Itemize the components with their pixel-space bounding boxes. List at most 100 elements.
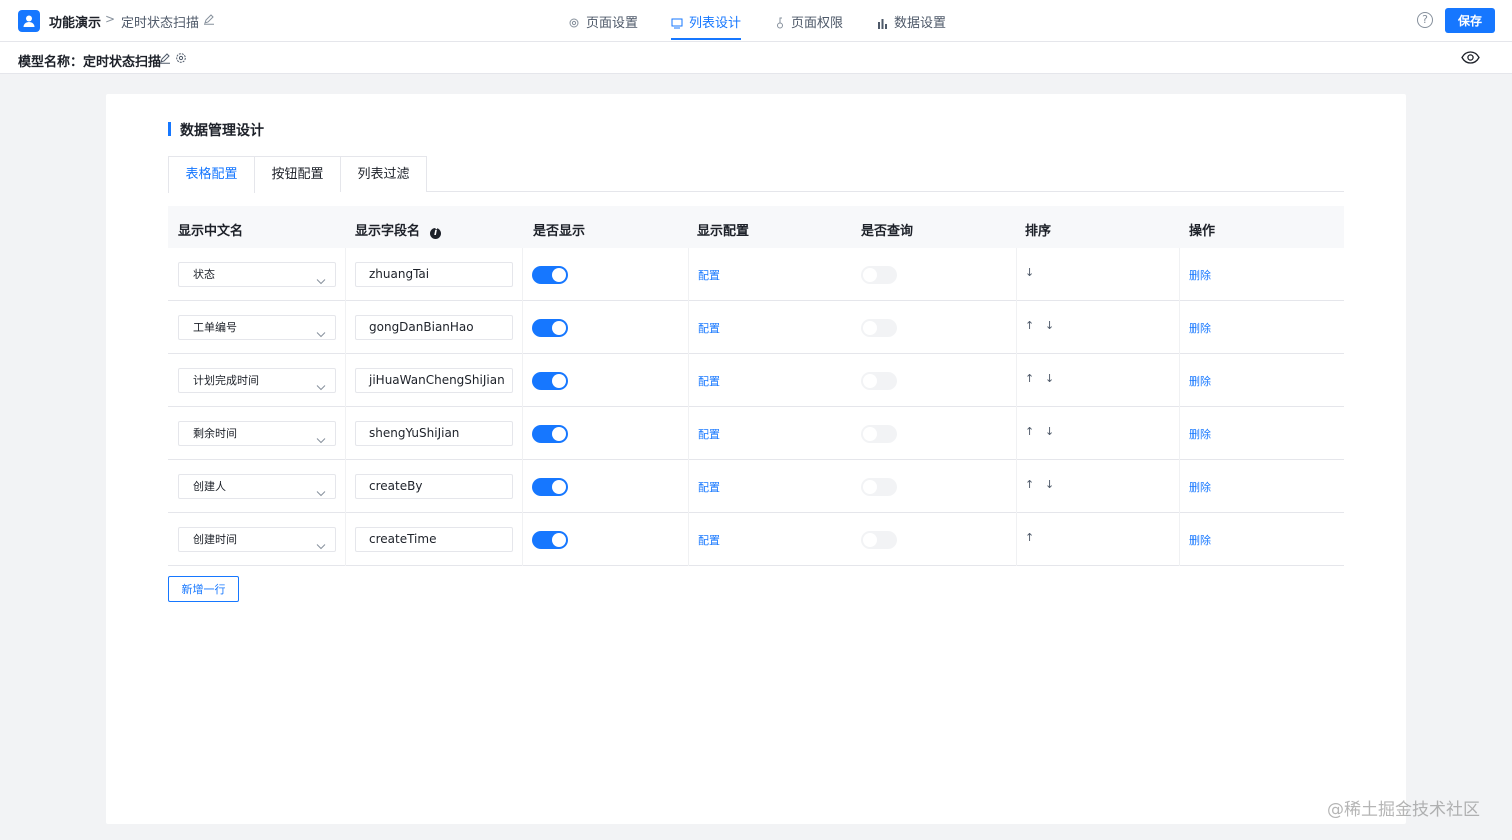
field-name-input[interactable]: createTime <box>355 527 513 552</box>
query-toggle[interactable] <box>861 531 897 549</box>
column-divider <box>1179 513 1180 566</box>
move-up-arrow-icon[interactable]: ↑ <box>1025 478 1034 491</box>
column-divider <box>522 354 523 407</box>
delete-link[interactable]: 删除 <box>1189 426 1211 442</box>
delete-link[interactable]: 删除 <box>1189 320 1211 336</box>
move-down-arrow-icon[interactable]: ↓ <box>1045 425 1054 438</box>
tab-table-config[interactable]: 表格配置 <box>168 156 255 193</box>
tab-button-config[interactable]: 按钮配置 <box>254 156 341 192</box>
column-divider <box>1179 354 1180 407</box>
column-divider <box>522 407 523 460</box>
app-logo-icon[interactable] <box>18 10 40 32</box>
move-up-arrow-icon[interactable]: ↑ <box>1025 372 1034 385</box>
main-card: 数据管理设计 表格配置 按钮配置 列表过滤 显示中文名 显示字段名 i 是否显示 … <box>106 94 1406 824</box>
tab-label: 页面设置 <box>586 16 639 31</box>
info-icon[interactable]: i <box>430 228 442 239</box>
field-name-input[interactable]: jiHuaWanChengShiJian <box>355 368 513 393</box>
chevron-down-icon <box>316 270 326 293</box>
show-toggle[interactable] <box>532 266 568 284</box>
field-name-input[interactable]: gongDanBianHao <box>355 315 513 340</box>
query-toggle[interactable] <box>861 478 897 496</box>
chinese-name-select[interactable]: 工单编号 <box>178 315 336 340</box>
table-row: 工单编号 gongDanBianHao 配置 ↑ ↓ 删除 <box>168 301 1344 354</box>
chevron-down-icon <box>316 323 326 346</box>
delete-link[interactable]: 删除 <box>1189 267 1211 283</box>
chinese-name-select[interactable]: 计划完成时间 <box>178 368 336 393</box>
table-row: 创建时间 createTime 配置 ↑ 删除 <box>168 513 1344 566</box>
column-divider <box>522 301 523 354</box>
column-divider <box>688 460 689 513</box>
column-divider <box>1179 301 1180 354</box>
tab-page-permissions[interactable]: 页面权限 <box>775 12 843 42</box>
config-link[interactable]: 配置 <box>698 426 720 442</box>
query-toggle[interactable] <box>861 425 897 443</box>
column-divider <box>345 354 346 407</box>
config-link[interactable]: 配置 <box>698 479 720 495</box>
chevron-down-icon <box>316 376 326 399</box>
chinese-name-select[interactable]: 创建人 <box>178 474 336 499</box>
table-header: 显示中文名 显示字段名 i 是否显示 显示配置 是否查询 排序 操作 <box>168 206 1344 248</box>
column-divider <box>688 301 689 354</box>
delete-link[interactable]: 删除 <box>1189 532 1211 548</box>
delete-link[interactable]: 删除 <box>1189 373 1211 389</box>
query-toggle[interactable] <box>861 266 897 284</box>
column-divider <box>1179 407 1180 460</box>
move-down-arrow-icon[interactable]: ↓ <box>1045 478 1054 491</box>
bar-chart-icon <box>877 18 888 33</box>
config-link[interactable]: 配置 <box>698 267 720 283</box>
column-divider <box>522 460 523 513</box>
field-name-input[interactable]: createBy <box>355 474 513 499</box>
table-row: 计划完成时间 jiHuaWanChengShiJian 配置 ↑ ↓ 删除 <box>168 354 1344 407</box>
chinese-name-select[interactable]: 剩余时间 <box>178 421 336 446</box>
move-down-arrow-icon[interactable]: ↓ <box>1045 372 1054 385</box>
tab-list-filter[interactable]: 列表过滤 <box>340 156 427 192</box>
tab-list-design[interactable]: 列表设计 <box>671 12 742 42</box>
tab-data-settings[interactable]: 数据设置 <box>877 12 946 42</box>
edit-icon[interactable] <box>159 52 171 68</box>
save-button[interactable]: 保存 <box>1445 8 1495 33</box>
field-name-input[interactable]: shengYuShiJian <box>355 421 513 446</box>
add-row-button[interactable]: 新增一行 <box>168 576 239 602</box>
column-divider <box>1016 460 1017 513</box>
tab-page-settings[interactable]: 页面设置 <box>568 12 638 42</box>
move-down-arrow-icon[interactable]: ↓ <box>1025 266 1034 279</box>
gear-icon[interactable] <box>175 52 187 68</box>
move-up-arrow-icon[interactable]: ↑ <box>1025 319 1034 332</box>
column-divider <box>688 354 689 407</box>
help-icon[interactable]: ? <box>1417 12 1433 28</box>
show-toggle[interactable] <box>532 372 568 390</box>
column-divider <box>345 460 346 513</box>
show-toggle[interactable] <box>532 531 568 549</box>
select-value: 剩余时间 <box>193 427 237 440</box>
column-header: 显示中文名 <box>178 224 244 239</box>
query-toggle[interactable] <box>861 372 897 390</box>
move-up-arrow-icon[interactable]: ↑ <box>1025 531 1034 544</box>
show-toggle[interactable] <box>532 425 568 443</box>
field-name-input[interactable]: zhuangTai <box>355 262 513 287</box>
chevron-down-icon <box>316 482 326 505</box>
move-down-arrow-icon[interactable]: ↓ <box>1045 319 1054 332</box>
model-bar: 模型名称：定时状态扫描 <box>0 42 1512 74</box>
move-up-arrow-icon[interactable]: ↑ <box>1025 425 1034 438</box>
table-row: 状态 zhuangTai 配置 ↓ 删除 <box>168 248 1344 301</box>
select-value: 计划完成时间 <box>193 374 259 387</box>
edit-icon[interactable] <box>203 13 215 29</box>
chinese-name-select[interactable]: 创建时间 <box>178 527 336 552</box>
query-toggle[interactable] <box>861 319 897 337</box>
chinese-name-select[interactable]: 状态 <box>178 262 336 287</box>
config-link[interactable]: 配置 <box>698 532 720 548</box>
eye-icon[interactable] <box>1461 51 1480 68</box>
config-link[interactable]: 配置 <box>698 320 720 336</box>
app-name[interactable]: 功能演示 <box>49 12 101 31</box>
gear-icon <box>568 17 580 33</box>
show-toggle[interactable] <box>532 319 568 337</box>
column-divider <box>1016 407 1017 460</box>
delete-link[interactable]: 删除 <box>1189 479 1211 495</box>
column-header: 是否显示 <box>533 224 586 239</box>
config-link[interactable]: 配置 <box>698 373 720 389</box>
column-header: 显示字段名 i <box>355 220 442 239</box>
section-title: 数据管理设计 <box>180 123 264 139</box>
select-value: 创建人 <box>193 480 226 493</box>
tab-label: 数据设置 <box>894 16 947 31</box>
show-toggle[interactable] <box>532 478 568 496</box>
